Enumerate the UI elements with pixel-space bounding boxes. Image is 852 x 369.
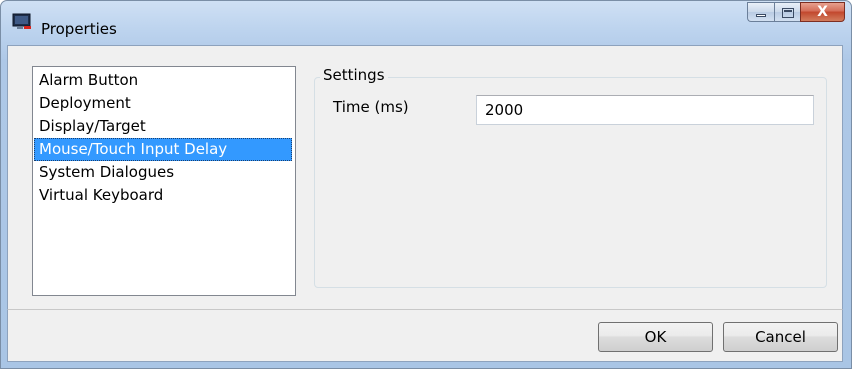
dialog-footer: OK Cancel (7, 309, 843, 362)
list-item-system-dialogues[interactable]: System Dialogues (34, 161, 292, 184)
list-item-virtual-keyboard[interactable]: Virtual Keyboard (34, 184, 292, 207)
window-title: Properties (41, 20, 117, 38)
time-label: Time (ms) (333, 98, 409, 116)
list-item-deployment[interactable]: Deployment (34, 92, 292, 115)
ok-button[interactable]: OK (598, 322, 713, 352)
settings-group-label: Settings (320, 66, 388, 84)
cancel-button[interactable]: Cancel (723, 322, 838, 352)
properties-content-area: Alarm Button Deployment Display/Target M… (7, 45, 843, 310)
minimize-button[interactable] (747, 2, 774, 22)
list-item-mouse-touch-input-delay[interactable]: Mouse/Touch Input Delay (34, 138, 292, 161)
title-bar[interactable]: Properties X (1, 1, 851, 47)
caption-buttons: X (747, 2, 845, 24)
maximize-button[interactable] (774, 2, 800, 22)
list-item-display-target[interactable]: Display/Target (34, 115, 292, 138)
close-icon: X (817, 4, 828, 20)
maximize-icon (782, 8, 794, 18)
list-item-alarm-button[interactable]: Alarm Button (34, 69, 292, 92)
minimize-icon (756, 14, 766, 17)
category-list[interactable]: Alarm Button Deployment Display/Target M… (32, 66, 296, 296)
monitor-app-icon (12, 13, 31, 29)
time-input[interactable] (476, 95, 814, 125)
close-button[interactable]: X (800, 2, 845, 22)
